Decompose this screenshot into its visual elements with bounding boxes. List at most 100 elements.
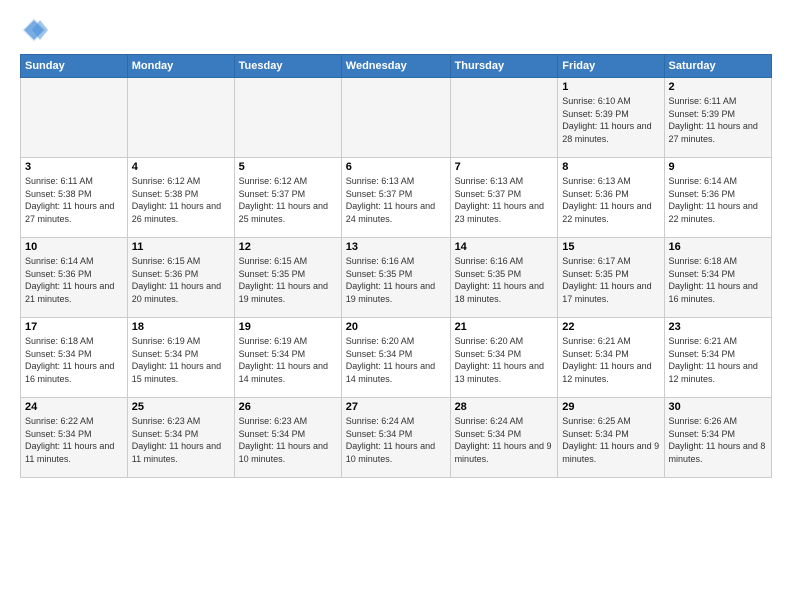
week-row-1: 1 Sunrise: 6:10 AM Sunset: 5:39 PM Daylig…	[21, 78, 772, 158]
week-row-2: 3 Sunrise: 6:11 AM Sunset: 5:38 PM Daylig…	[21, 158, 772, 238]
day-cell-3: 3 Sunrise: 6:11 AM Sunset: 5:38 PM Daylig…	[21, 158, 128, 238]
day-info: Sunrise: 6:15 AM Sunset: 5:35 PM Dayligh…	[239, 255, 337, 305]
day-info: Sunrise: 6:14 AM Sunset: 5:36 PM Dayligh…	[25, 255, 123, 305]
week-row-4: 17 Sunrise: 6:18 AM Sunset: 5:34 PM Dayli…	[21, 318, 772, 398]
weekday-header-saturday: Saturday	[664, 55, 771, 78]
day-info: Sunrise: 6:26 AM Sunset: 5:34 PM Dayligh…	[669, 415, 767, 465]
day-cell-11: 11 Sunrise: 6:15 AM Sunset: 5:36 PM Dayli…	[127, 238, 234, 318]
day-cell-20: 20 Sunrise: 6:20 AM Sunset: 5:34 PM Dayli…	[341, 318, 450, 398]
day-info: Sunrise: 6:11 AM Sunset: 5:38 PM Dayligh…	[25, 175, 123, 225]
day-cell-7: 7 Sunrise: 6:13 AM Sunset: 5:37 PM Daylig…	[450, 158, 558, 238]
header	[20, 16, 772, 44]
day-cell-10: 10 Sunrise: 6:14 AM Sunset: 5:36 PM Dayli…	[21, 238, 128, 318]
day-info: Sunrise: 6:11 AM Sunset: 5:39 PM Dayligh…	[669, 95, 767, 145]
day-cell-8: 8 Sunrise: 6:13 AM Sunset: 5:36 PM Daylig…	[558, 158, 664, 238]
day-cell-28: 28Sunrise: 6:24 AM Sunset: 5:34 PM Dayli…	[450, 398, 558, 478]
day-number: 17	[25, 321, 123, 333]
day-cell-12: 12 Sunrise: 6:15 AM Sunset: 5:35 PM Dayli…	[234, 238, 341, 318]
day-number: 13	[346, 241, 446, 253]
day-info: Sunrise: 6:23 AM Sunset: 5:34 PM Dayligh…	[239, 415, 337, 465]
day-info: Sunrise: 6:13 AM Sunset: 5:37 PM Dayligh…	[455, 175, 554, 225]
day-cell-16: 16 Sunrise: 6:18 AM Sunset: 5:34 PM Dayli…	[664, 238, 771, 318]
day-cell-1: 1 Sunrise: 6:10 AM Sunset: 5:39 PM Daylig…	[558, 78, 664, 158]
day-number: 7	[455, 161, 554, 173]
day-number: 3	[25, 161, 123, 173]
empty-cell	[21, 78, 128, 158]
day-number: 27	[346, 401, 446, 413]
day-number: 6	[346, 161, 446, 173]
day-cell-15: 15 Sunrise: 6:17 AM Sunset: 5:35 PM Dayli…	[558, 238, 664, 318]
weekday-header-wednesday: Wednesday	[341, 55, 450, 78]
day-cell-2: 2 Sunrise: 6:11 AM Sunset: 5:39 PM Daylig…	[664, 78, 771, 158]
day-number: 29	[562, 401, 659, 413]
day-info: Sunrise: 6:25 AM Sunset: 5:34 PM Dayligh…	[562, 415, 659, 465]
day-number: 25	[132, 401, 230, 413]
day-info: Sunrise: 6:12 AM Sunset: 5:38 PM Dayligh…	[132, 175, 230, 225]
day-info: Sunrise: 6:21 AM Sunset: 5:34 PM Dayligh…	[669, 335, 767, 385]
day-number: 14	[455, 241, 554, 253]
day-cell-6: 6 Sunrise: 6:13 AM Sunset: 5:37 PM Daylig…	[341, 158, 450, 238]
week-row-3: 10 Sunrise: 6:14 AM Sunset: 5:36 PM Dayli…	[21, 238, 772, 318]
day-info: Sunrise: 6:13 AM Sunset: 5:36 PM Dayligh…	[562, 175, 659, 225]
day-cell-23: 23 Sunrise: 6:21 AM Sunset: 5:34 PM Dayli…	[664, 318, 771, 398]
day-info: Sunrise: 6:20 AM Sunset: 5:34 PM Dayligh…	[455, 335, 554, 385]
day-cell-24: 24Sunrise: 6:22 AM Sunset: 5:34 PM Dayli…	[21, 398, 128, 478]
page: SundayMondayTuesdayWednesdayThursdayFrid…	[0, 0, 792, 612]
day-number: 15	[562, 241, 659, 253]
day-cell-18: 18Sunrise: 6:19 AM Sunset: 5:34 PM Dayli…	[127, 318, 234, 398]
empty-cell	[234, 78, 341, 158]
day-info: Sunrise: 6:20 AM Sunset: 5:34 PM Dayligh…	[346, 335, 446, 385]
day-cell-29: 29 Sunrise: 6:25 AM Sunset: 5:34 PM Dayli…	[558, 398, 664, 478]
day-number: 12	[239, 241, 337, 253]
day-number: 21	[455, 321, 554, 333]
day-cell-17: 17 Sunrise: 6:18 AM Sunset: 5:34 PM Dayli…	[21, 318, 128, 398]
day-cell-13: 13 Sunrise: 6:16 AM Sunset: 5:35 PM Dayli…	[341, 238, 450, 318]
day-cell-22: 22Sunrise: 6:21 AM Sunset: 5:34 PM Dayli…	[558, 318, 664, 398]
day-info: Sunrise: 6:17 AM Sunset: 5:35 PM Dayligh…	[562, 255, 659, 305]
weekday-header-sunday: Sunday	[21, 55, 128, 78]
day-number: 18	[132, 321, 230, 333]
day-info: Sunrise: 6:13 AM Sunset: 5:37 PM Dayligh…	[346, 175, 446, 225]
day-number: 23	[669, 321, 767, 333]
day-info: Sunrise: 6:10 AM Sunset: 5:39 PM Dayligh…	[562, 95, 659, 145]
day-cell-25: 25Sunrise: 6:23 AM Sunset: 5:34 PM Dayli…	[127, 398, 234, 478]
day-cell-9: 9 Sunrise: 6:14 AM Sunset: 5:36 PM Daylig…	[664, 158, 771, 238]
day-number: 16	[669, 241, 767, 253]
weekday-header-monday: Monday	[127, 55, 234, 78]
day-number: 10	[25, 241, 123, 253]
day-number: 28	[455, 401, 554, 413]
day-number: 8	[562, 161, 659, 173]
day-cell-26: 26 Sunrise: 6:23 AM Sunset: 5:34 PM Dayli…	[234, 398, 341, 478]
weekday-header-tuesday: Tuesday	[234, 55, 341, 78]
day-number: 9	[669, 161, 767, 173]
day-cell-19: 19 Sunrise: 6:19 AM Sunset: 5:34 PM Dayli…	[234, 318, 341, 398]
day-cell-21: 21 Sunrise: 6:20 AM Sunset: 5:34 PM Dayli…	[450, 318, 558, 398]
day-number: 24	[25, 401, 123, 413]
day-cell-27: 27Sunrise: 6:24 AM Sunset: 5:34 PM Dayli…	[341, 398, 450, 478]
day-number: 2	[669, 81, 767, 93]
weekday-header-row: SundayMondayTuesdayWednesdayThursdayFrid…	[21, 55, 772, 78]
day-info: Sunrise: 6:18 AM Sunset: 5:34 PM Dayligh…	[25, 335, 123, 385]
day-number: 22	[562, 321, 659, 333]
logo	[20, 16, 52, 44]
day-info: Sunrise: 6:16 AM Sunset: 5:35 PM Dayligh…	[455, 255, 554, 305]
day-info: Sunrise: 6:16 AM Sunset: 5:35 PM Dayligh…	[346, 255, 446, 305]
day-info: Sunrise: 6:15 AM Sunset: 5:36 PM Dayligh…	[132, 255, 230, 305]
day-number: 19	[239, 321, 337, 333]
calendar: SundayMondayTuesdayWednesdayThursdayFrid…	[20, 54, 772, 478]
weekday-header-friday: Friday	[558, 55, 664, 78]
weekday-header-thursday: Thursday	[450, 55, 558, 78]
day-info: Sunrise: 6:19 AM Sunset: 5:34 PM Dayligh…	[239, 335, 337, 385]
logo-icon	[20, 16, 48, 44]
day-number: 1	[562, 81, 659, 93]
day-number: 5	[239, 161, 337, 173]
empty-cell	[450, 78, 558, 158]
day-number: 20	[346, 321, 446, 333]
day-number: 26	[239, 401, 337, 413]
day-number: 4	[132, 161, 230, 173]
day-info: Sunrise: 6:14 AM Sunset: 5:36 PM Dayligh…	[669, 175, 767, 225]
day-cell-14: 14 Sunrise: 6:16 AM Sunset: 5:35 PM Dayli…	[450, 238, 558, 318]
day-cell-4: 4 Sunrise: 6:12 AM Sunset: 5:38 PM Daylig…	[127, 158, 234, 238]
day-number: 11	[132, 241, 230, 253]
day-info: Sunrise: 6:18 AM Sunset: 5:34 PM Dayligh…	[669, 255, 767, 305]
